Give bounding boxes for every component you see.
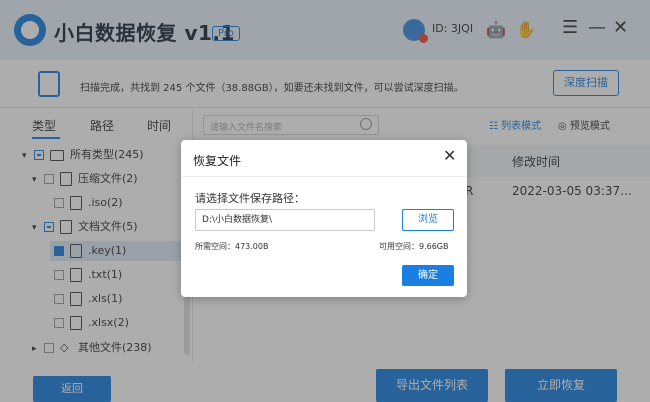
space-needed: 所需空间：473.00B <box>195 242 269 251</box>
save-path-input[interactable]: D:\小白数据恢复\ <box>195 209 375 231</box>
dialog-title: 恢复文件 <box>193 154 242 168</box>
dialog-close-icon[interactable]: ✕ <box>443 146 456 166</box>
save-path-prompt: 请选择文件保存路径： <box>195 192 305 205</box>
browse-button[interactable]: 浏览 <box>402 209 454 231</box>
space-available: 可用空间：9.66GB <box>379 242 449 251</box>
confirm-button[interactable]: 确定 <box>402 265 454 286</box>
dialog-divider <box>181 176 467 177</box>
recover-files-dialog: 恢复文件 ✕ 请选择文件保存路径： D:\小白数据恢复\ 浏览 所需空间：473… <box>181 140 467 297</box>
